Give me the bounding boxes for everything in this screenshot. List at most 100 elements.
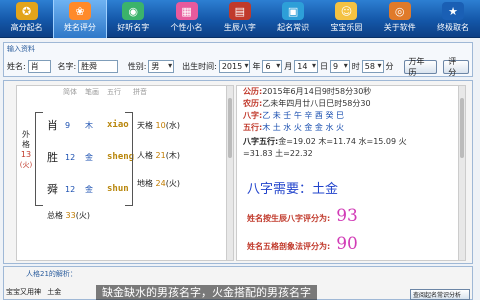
gongli-label: 公历: (243, 87, 263, 96)
gongli-value: 2015年6月14日9时58分30秒 (262, 87, 372, 96)
wuxing: 金 (85, 152, 93, 162)
palette-icon: ◉ (122, 2, 145, 20)
wuxing-line: 五行:木 土 水 火 金 金 水 火 (243, 122, 344, 133)
given-name-label: 名字: (57, 62, 77, 71)
bazi-score-value: 93 (336, 206, 358, 226)
header-simplified: 简体 (63, 88, 77, 96)
outer-ge-value: 13 (20, 150, 32, 159)
month-unit: 月 (284, 62, 293, 71)
bazi-line: 八字:乙 未 壬 午 辛 酉 癸 巳 (243, 110, 344, 121)
di-ge: 地格 24(火) (137, 178, 180, 189)
score-button[interactable]: 评分 (443, 57, 469, 77)
toolbar-item-changshi[interactable]: ▣ 起名常识 (266, 0, 319, 38)
wuge-card: 简体 笔画 五行 拼音 外格 13 (火) 肖 9 木 xiao 胜 12 金 … (16, 85, 234, 261)
toolbar-item-pingfen[interactable]: ❀ 姓名评分 (53, 0, 107, 38)
calendar-button[interactable]: 万年历 (403, 57, 438, 77)
nongli-label: 农历: (243, 99, 263, 108)
score-detail-value: 金=19.02 木=11.74 水=15.09 火 (278, 137, 407, 146)
di-ge-element: (火) (165, 179, 180, 188)
ribbon-icon: ❀ (68, 2, 91, 20)
bazi-label: 八字: (243, 111, 263, 120)
bazi-score-label: 姓名按生辰八字评分为: (247, 214, 331, 223)
scroll-thumb[interactable] (460, 98, 464, 158)
ren-ge-element: (木) (165, 151, 180, 160)
header-strokes: 笔画 (85, 88, 99, 96)
left-bracket (35, 112, 43, 206)
total-ge: 总格 33(火) (47, 210, 90, 221)
tian-ge: 天格 10(水) (137, 120, 180, 131)
book-icon: ▣ (282, 2, 305, 20)
caption-banner: 缺金缺水的男孩名字，火金搭配的男孩名字 (96, 285, 317, 300)
year-unit: 年 (252, 62, 261, 71)
strokes: 12 (65, 184, 76, 194)
toolbar-item-label: 高分起名 (10, 23, 43, 32)
score-detail-line: 八字五行:金=19.02 木=11.74 水=15.09 火 (243, 136, 407, 147)
score-detail-label: 八字五行: (243, 137, 279, 146)
day-unit: 日 (319, 62, 328, 71)
gender-select[interactable]: 男 (148, 60, 175, 73)
toolbar-item-label: 终极取名 (437, 23, 470, 32)
wuge-score-value: 90 (336, 234, 358, 254)
strokes: 12 (65, 152, 76, 162)
month-select[interactable]: 6 (262, 60, 283, 73)
di-ge-label: 地格 (137, 179, 153, 188)
char-row-2: 胜 12 金 sheng (47, 148, 134, 166)
toolbar-item-baobao[interactable]: ☺ 宝宝乐园 (320, 0, 373, 38)
char: 肖 (47, 119, 58, 132)
bazi-card: 公历:2015年6月14日9时58分30秒 农历:乙未年四月廿八日巳时58分30… (236, 85, 466, 261)
left-scrollbar[interactable] (226, 86, 233, 260)
top-toolbar: ✪ 高分起名 ❀ 姓名评分 ◉ 好听名字 ▦ 个性小名 ▤ 生辰八字 ▣ 起名常… (0, 0, 480, 38)
scroll-thumb[interactable] (228, 98, 232, 158)
char-row-1: 肖 9 木 xiao (47, 116, 129, 134)
given-name-input[interactable]: 胜舜 (78, 60, 118, 73)
right-scrollbar[interactable] (458, 86, 465, 260)
baby-icon: ☺ (335, 2, 358, 20)
score-detail-value2: =31.83 土=22.32 (243, 149, 313, 158)
surname-label: 姓名: (7, 62, 26, 71)
result-area: 简体 笔画 五行 拼音 外格 13 (火) 肖 9 木 xiao 胜 12 金 … (3, 80, 473, 264)
total-ge-label: 总格 (47, 211, 63, 220)
char: 胜 (47, 151, 58, 164)
calendar-icon: ▤ (228, 2, 251, 20)
header-wuxing: 五行 (107, 88, 121, 96)
bazi-score-line: 姓名按生辰八字评分为: 93 (247, 206, 358, 226)
year-select[interactable]: 2015 (218, 60, 251, 73)
wuge-score-line: 姓名五格剖象法评分为: 90 (247, 234, 358, 254)
toolbar-item-bazi[interactable]: ▤ 生辰八字 (213, 0, 266, 38)
disc-icon: ◎ (388, 2, 411, 20)
yongshen-line: 宝宝又用神 土金 (6, 287, 61, 297)
card-icon: ▦ (175, 2, 198, 20)
input-panel: 输入资料 姓名: 肖 名字: 胜舜 性别: 男 出生时间: 2015 年 6 月… (3, 42, 473, 77)
hour-select[interactable]: 9 (329, 60, 350, 73)
nongli-line: 农历:乙未年四月廿八日巳时58分30 (243, 98, 371, 109)
toolbar-item-label: 姓名评分 (63, 23, 96, 32)
toolbar-item-label: 生辰八字 (223, 23, 256, 32)
day-select[interactable]: 14 (294, 60, 318, 73)
toolbar-item-xiaoming[interactable]: ▦ 个性小名 (160, 0, 213, 38)
wuxing: 金 (85, 184, 93, 194)
gongli-line: 公历:2015年6月14日9时58分30秒 (243, 86, 371, 97)
minute-unit: 分 (385, 62, 394, 71)
birth-label: 出生时间: (182, 62, 217, 71)
toolbar-item-gaofen[interactable]: ✪ 高分起名 (0, 0, 53, 38)
minute-select[interactable]: 58 (361, 60, 384, 73)
ren-ge-label: 人格 (137, 151, 153, 160)
toolbar-item-about[interactable]: ◎ 关于软件 (373, 0, 426, 38)
toolbar-item-label: 宝宝乐园 (330, 23, 363, 32)
knowledge-button[interactable]: 查阅起名常识分析 (410, 289, 470, 300)
nongli-value: 乙未年四月廿八日巳时58分30 (262, 99, 371, 108)
toolbar-item-haoting[interactable]: ◉ 好听名字 (107, 0, 160, 38)
input-row: 姓名: 肖 名字: 胜舜 性别: 男 出生时间: 2015 年 6 月 14 日… (7, 57, 469, 77)
panel-title: 输入资料 (7, 45, 35, 53)
bazi-value: 乙 未 壬 午 辛 酉 癸 巳 (262, 111, 345, 120)
ren-ge: 人格 21(木) (137, 150, 180, 161)
toolbar-item-label: 起名常识 (277, 23, 310, 32)
wuxing-label: 五行: (243, 123, 263, 132)
toolbar-item-zhongji[interactable]: ★ 终极取名 (426, 0, 479, 38)
surname-input[interactable]: 肖 (27, 60, 52, 73)
outer-ge: 外格 13 (火) (19, 130, 33, 170)
hour-unit: 时 (351, 62, 360, 71)
char: 舜 (47, 183, 58, 196)
tian-ge-value: 10 (155, 121, 166, 130)
char-row-3: 舜 12 金 shun (47, 180, 129, 198)
